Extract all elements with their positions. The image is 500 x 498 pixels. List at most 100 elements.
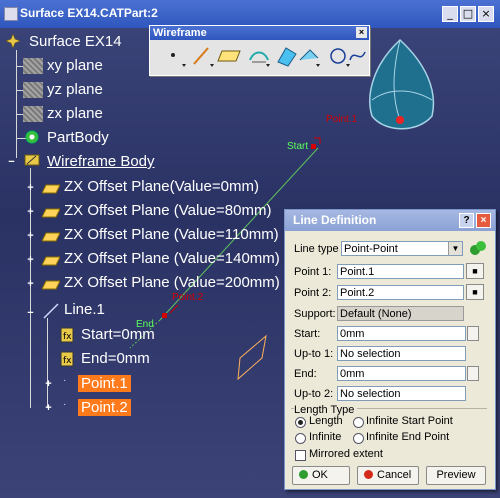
tree-yz-plane[interactable]: yz plane xyxy=(47,81,103,98)
help-button[interactable]: ? xyxy=(459,213,474,228)
collapse-icon[interactable]: − xyxy=(7,157,16,168)
support-field[interactable]: Default (None) xyxy=(337,306,464,321)
start-field[interactable]: 0mm xyxy=(337,326,466,341)
tree-offset-plane-3[interactable]: ZX Offset Plane (Value=110mm) xyxy=(64,226,279,243)
tree-offset-plane-5[interactable]: ZX Offset Plane (Value=200mm) xyxy=(64,274,280,291)
part-icon xyxy=(5,33,21,49)
preview-button[interactable]: Preview xyxy=(426,466,486,485)
svg-text:fx: fx xyxy=(63,332,72,342)
line-definition-dialog: Line Definition ? × Line type : Point-Po… xyxy=(284,209,496,490)
chevron-down-icon[interactable]: ▼ xyxy=(448,242,462,255)
line-type-label: Line type : xyxy=(294,243,345,255)
line-type-select[interactable]: Point-Point ▼ xyxy=(341,241,463,256)
spline-tool-button[interactable] xyxy=(348,44,368,70)
wireframe-body-icon xyxy=(24,152,42,168)
tree-partbody[interactable]: PartBody xyxy=(47,129,109,146)
tree-offset-plane-2[interactable]: ZX Offset Plane (Value=80mm) xyxy=(64,202,271,219)
tree-point-1[interactable]: Point.1 xyxy=(78,375,131,392)
plane-icon xyxy=(23,82,43,98)
point-tool-button[interactable] xyxy=(162,44,190,70)
tree-root[interactable]: Surface EX14 xyxy=(29,33,122,50)
toolbar-title: Wireframe xyxy=(153,27,207,39)
offset-plane-icon xyxy=(41,206,61,218)
upto2-label: Up-to 2: xyxy=(294,388,334,400)
wireframe-toolbar: Wireframe × xyxy=(149,25,370,76)
expand-icon[interactable]: + xyxy=(26,207,35,218)
tree-wireframe-body[interactable]: Wireframe Body xyxy=(47,153,155,170)
point2-picker-button[interactable]: ■ xyxy=(466,284,484,300)
point2-dot[interactable] xyxy=(162,313,167,318)
plane-icon xyxy=(23,58,43,74)
expand-icon[interactable]: + xyxy=(44,379,53,390)
window-title: Surface EX14.CATPart:2 xyxy=(20,6,158,20)
offset-plane-icon xyxy=(41,254,61,266)
offset-plane-icon xyxy=(41,182,61,194)
upto1-label: Up-to 1: xyxy=(294,348,334,360)
expand-icon[interactable]: + xyxy=(26,183,35,194)
mirrored-checkbox[interactable] xyxy=(295,450,306,461)
close-button[interactable]: × xyxy=(478,6,494,22)
tree-offset-plane-4[interactable]: ZX Offset Plane (Value=140mm) xyxy=(64,250,280,267)
parameter-icon: fx xyxy=(58,326,76,344)
collapse-icon[interactable]: − xyxy=(26,308,35,319)
parameter-icon: fx xyxy=(58,350,76,368)
plane-icon xyxy=(23,106,43,122)
start-spinner[interactable] xyxy=(467,326,479,341)
point2-field[interactable]: Point.2 xyxy=(337,285,464,300)
point2-marker xyxy=(169,304,179,314)
point1-label: Point 1: xyxy=(294,266,332,278)
tree-line-end[interactable]: End=0mm xyxy=(81,350,150,367)
minimize-button[interactable]: _ xyxy=(442,6,458,22)
plane-glyph xyxy=(237,334,267,381)
tree-zx-plane[interactable]: zx plane xyxy=(47,105,103,122)
start-label: Start: xyxy=(294,328,321,340)
partbody-icon xyxy=(24,129,40,145)
infinite-radio[interactable] xyxy=(295,433,306,444)
line-tool-button[interactable] xyxy=(190,44,218,70)
upto1-field[interactable]: No selection xyxy=(337,346,466,361)
line-icon xyxy=(42,302,60,320)
infinite-option-label: Infinite xyxy=(309,431,342,443)
app-icon xyxy=(4,7,18,21)
curve-tool-button[interactable] xyxy=(296,44,324,70)
cancel-button[interactable]: Cancel xyxy=(357,466,419,485)
infinite-start-radio[interactable] xyxy=(353,417,364,428)
point1-field[interactable]: Point.1 xyxy=(337,264,464,279)
projection-tool-button[interactable] xyxy=(246,44,274,70)
offset-plane-icon xyxy=(41,230,61,242)
expand-icon[interactable]: + xyxy=(26,279,35,290)
length-option-label: Length xyxy=(309,415,343,427)
point1-label: Point.1 xyxy=(326,114,358,125)
offset-plane-icon xyxy=(41,278,61,290)
upto2-field[interactable]: No selection xyxy=(337,386,466,401)
tree-line-start[interactable]: Start=0mm xyxy=(81,326,155,343)
plane-tool-button[interactable] xyxy=(216,44,244,70)
ok-button[interactable]: OK xyxy=(292,466,350,485)
infinite-end-radio[interactable] xyxy=(353,433,364,444)
support-label: Support: xyxy=(294,308,336,320)
infinite-start-option-label: Infinite Start Point xyxy=(366,415,453,427)
window-titlebar: Surface EX14.CATPart:2 _ □ × xyxy=(0,0,500,28)
maximize-button[interactable]: □ xyxy=(460,6,476,22)
tree-offset-plane-1[interactable]: ZX Offset Plane(Value=0mm) xyxy=(64,178,259,195)
point1-picker-button[interactable]: ■ xyxy=(466,263,484,279)
expand-icon[interactable]: + xyxy=(44,403,53,414)
svg-text:fx: fx xyxy=(63,356,72,366)
length-radio[interactable] xyxy=(295,417,306,428)
point2-label: Point 2: xyxy=(294,287,332,299)
tree-point-2[interactable]: Point.2 xyxy=(78,399,131,416)
point-icon: · xyxy=(63,399,67,410)
line-type-icon[interactable] xyxy=(468,240,488,258)
start-label: Start xyxy=(287,141,309,152)
mirrored-label: Mirrored extent xyxy=(309,448,383,460)
end-field[interactable]: 0mm xyxy=(337,366,466,381)
tree-xy-plane[interactable]: xy plane xyxy=(47,57,103,74)
point1-dot[interactable] xyxy=(311,144,316,149)
expand-icon[interactable]: + xyxy=(26,231,35,242)
expand-icon[interactable]: + xyxy=(26,255,35,266)
tree-line[interactable]: Line.1 xyxy=(64,301,105,318)
dialog-close-button[interactable]: × xyxy=(476,213,491,228)
compass[interactable] xyxy=(369,38,435,130)
end-spinner[interactable] xyxy=(467,366,479,381)
toolbar-close-button[interactable]: × xyxy=(356,27,367,38)
